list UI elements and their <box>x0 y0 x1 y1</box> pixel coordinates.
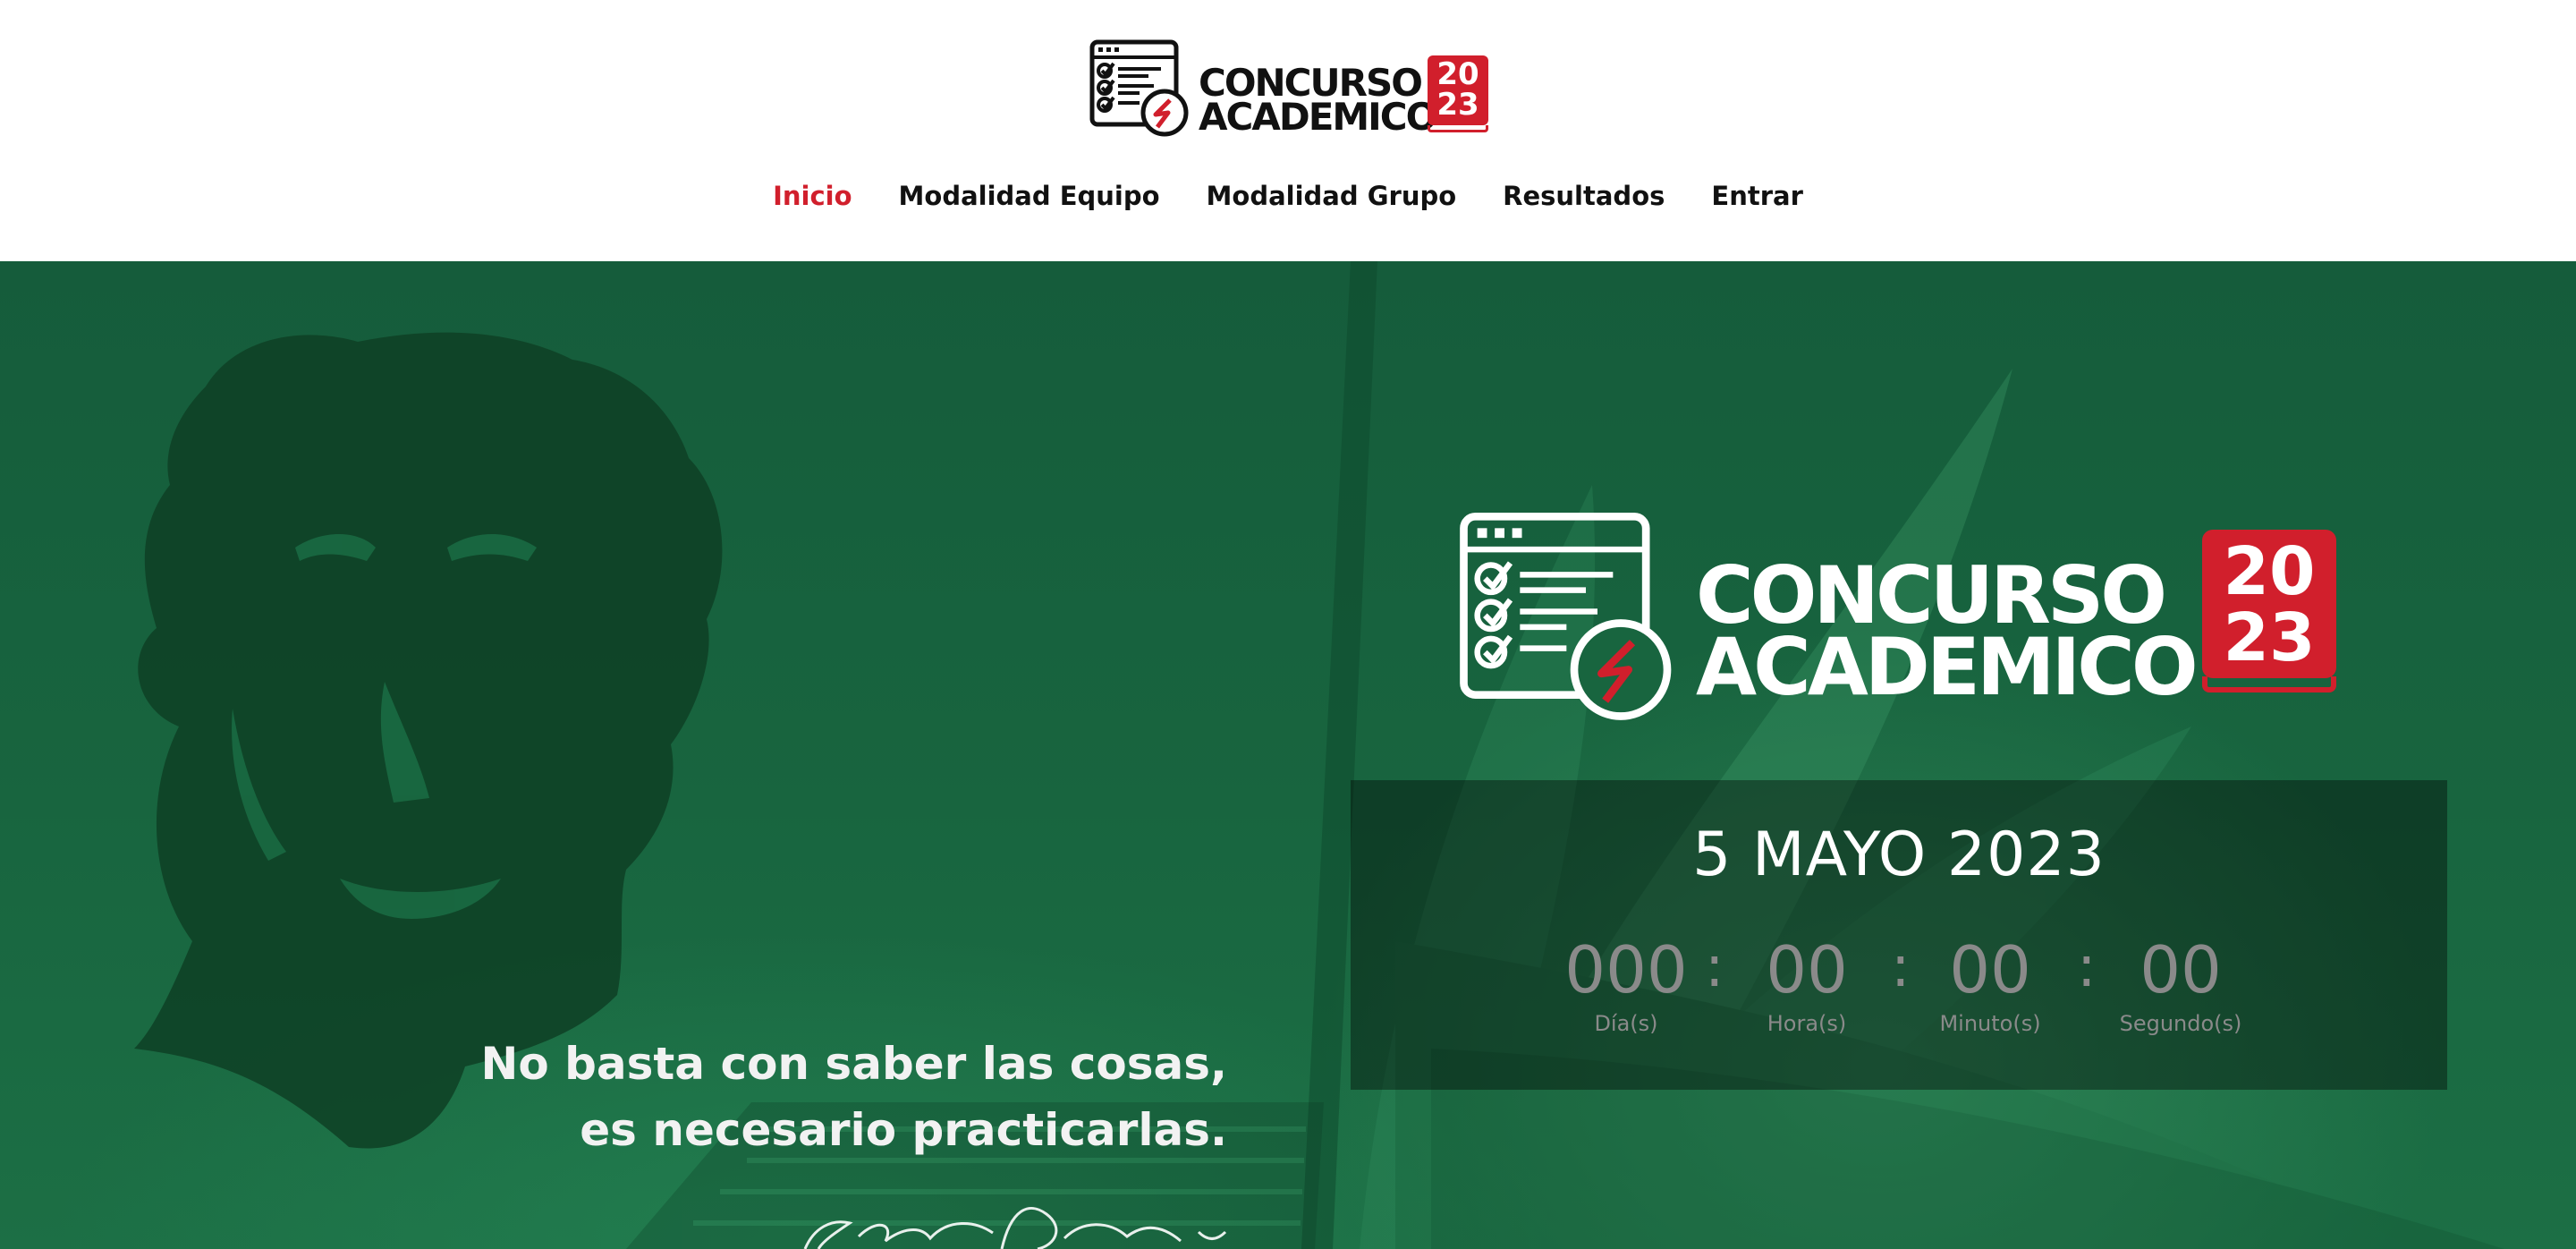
nav-item-modalidad-grupo[interactable]: Modalidad Grupo <box>1207 181 1457 217</box>
hero-quote-line1: No basta con saber las cosas, <box>480 1038 1228 1090</box>
countdown-days-label: Día(s) <box>1594 1011 1658 1036</box>
book-base-icon <box>2202 676 2336 692</box>
logo-year-top: 20 <box>1436 56 1479 92</box>
logo-year-bottom: 23 <box>1436 87 1479 123</box>
hero-quote: No basta con saber las cosas, es necesar… <box>358 1031 1228 1163</box>
countdown-days: 000 Día(s) <box>1547 938 1705 1036</box>
nav-item-entrar[interactable]: Entrar <box>1711 181 1803 217</box>
countdown-minutes: 00 Minuto(s) <box>1923 938 2057 1036</box>
countdown-panel: 5 MAYO 2023 000 Día(s) : 00 Hora(s) : 00… <box>1351 780 2447 1090</box>
checklist-document-icon <box>1460 513 1672 720</box>
book-base-icon <box>1428 125 1488 132</box>
countdown-separator: : <box>1705 934 1724 1000</box>
hero-banner: CONCURSO ACADEMICO 20 23 5 MAYO 2023 000… <box>0 261 2576 1249</box>
nav-item-modalidad-equipo[interactable]: Modalidad Equipo <box>899 181 1160 217</box>
nav-item-inicio[interactable]: Inicio <box>773 181 852 217</box>
countdown-separator: : <box>1891 934 1911 1000</box>
countdown-hours-value: 00 <box>1766 932 1848 1007</box>
countdown-seconds: 00 Segundo(s) <box>2109 938 2252 1036</box>
checklist-document-icon <box>1089 39 1189 137</box>
site-header: CONCURSO ACADEMICO 20 23 Inicio Modalida… <box>0 0 2576 261</box>
countdown-minutes-value: 00 <box>1949 932 2031 1007</box>
nav-item-resultados[interactable]: Resultados <box>1503 181 1665 217</box>
countdown-seconds-value: 00 <box>2140 932 2222 1007</box>
countdown-separator: : <box>2077 934 2097 1000</box>
countdown-minutes-label: Minuto(s) <box>1939 1011 2041 1036</box>
hero-logo-year-top: 20 <box>2223 533 2316 610</box>
event-date: 5 MAYO 2023 <box>1692 820 2106 890</box>
countdown-days-value: 000 <box>1564 932 1688 1007</box>
hero-logo-year-badge: 20 23 <box>2202 530 2336 692</box>
logo-line2: ACADEMICO <box>1199 95 1437 139</box>
hero-quote-line2: es necesario practicarlas. <box>580 1104 1227 1156</box>
logo-year-badge: 20 23 <box>1428 55 1488 132</box>
countdown-seconds-label: Segundo(s) <box>2119 1011 2242 1036</box>
main-nav: Inicio Modalidad Equipo Modalidad Grupo … <box>0 181 2576 217</box>
hero-logo-line2: ACADEMICO <box>1696 621 2199 713</box>
countdown-hours-label: Hora(s) <box>1767 1011 1847 1036</box>
site-logo[interactable]: CONCURSO ACADEMICO 20 23 <box>1089 39 1492 138</box>
hero-logo: CONCURSO ACADEMICO 20 23 <box>1458 501 2352 734</box>
hero-logo-year-bottom: 23 <box>2223 599 2316 676</box>
countdown-hours: 00 Hora(s) <box>1744 938 1869 1036</box>
